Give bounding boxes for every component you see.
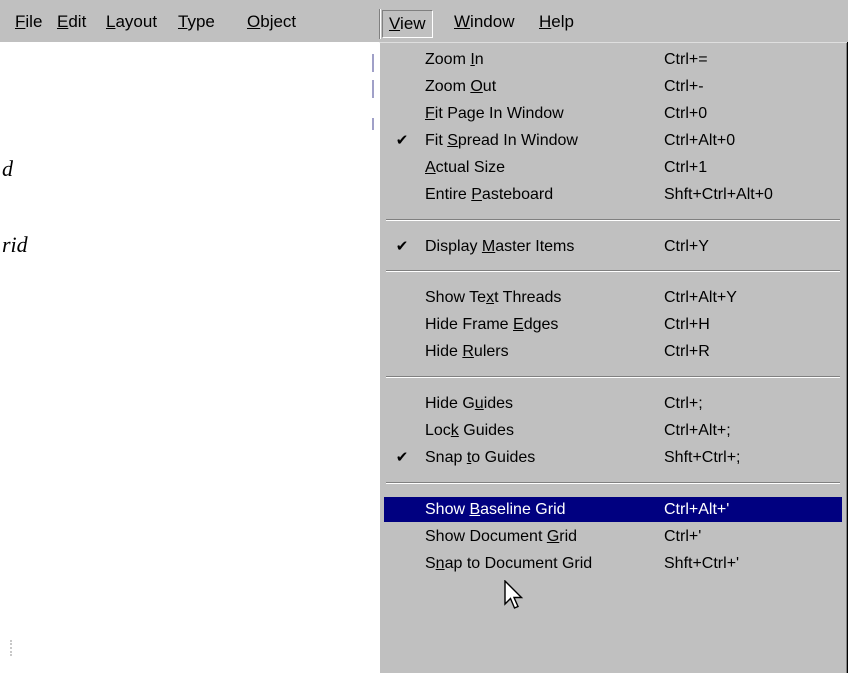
menu-separator [386, 219, 840, 221]
menu-item-show-baseline-grid[interactable]: Show Baseline Grid Ctrl+Alt+' [384, 497, 842, 522]
menu-item-hide-frame-edges[interactable]: Hide Frame Edges Ctrl+H [384, 312, 842, 337]
menu-item-show-text-threads[interactable]: Show Text Threads Ctrl+Alt+Y [384, 285, 842, 310]
menu-item-actual-size[interactable]: Actual Size Ctrl+1 [384, 155, 842, 180]
menu-edit[interactable]: Edit [55, 11, 88, 33]
menu-type[interactable]: Type [176, 11, 217, 33]
shortcut-label: Ctrl+Alt+0 [664, 132, 736, 149]
document-guide-mark [372, 118, 374, 130]
menu-window[interactable]: Window [452, 11, 516, 33]
shortcut-label: Ctrl+R [664, 343, 710, 360]
menu-file[interactable]: File [13, 11, 44, 33]
shortcut-label: Ctrl+Alt+' [664, 501, 730, 518]
menu-item-display-master-items[interactable]: ✔ Display Master Items Ctrl+Y [384, 234, 842, 259]
menu-separator [386, 376, 840, 378]
menu-item-fit-page[interactable]: Fit Page In Window Ctrl+0 [384, 101, 842, 126]
checkmark-icon: ✔ [395, 238, 409, 255]
shortcut-label: Shft+Ctrl+' [664, 555, 740, 572]
shortcut-label: Ctrl+Alt+Y [664, 289, 737, 306]
checkmark-icon: ✔ [395, 449, 409, 466]
shortcut-label: Ctrl+1 [664, 159, 708, 176]
mouse-pointer-icon [504, 580, 524, 609]
shortcut-label: Ctrl+= [664, 51, 708, 68]
menu-item-hide-rulers[interactable]: Hide Rulers Ctrl+R [384, 339, 842, 364]
menu-layout[interactable]: Layout [104, 11, 159, 33]
menu-item-show-document-grid[interactable]: Show Document Grid Ctrl+' [384, 524, 842, 549]
menu-item-zoom-out[interactable]: Zoom Out Ctrl+- [384, 74, 842, 99]
menu-object[interactable]: Object [245, 11, 298, 33]
document-guide-mark [372, 80, 374, 98]
menu-item-fit-spread[interactable]: ✔ Fit Spread In Window Ctrl+Alt+0 [384, 128, 842, 153]
menu-item-zoom-in[interactable]: Zoom In Ctrl+= [384, 47, 842, 72]
shortcut-label: Ctrl+Alt+; [664, 422, 731, 439]
document-guide-mark [372, 54, 374, 72]
shortcut-label: Shft+Ctrl+; [664, 449, 741, 466]
menu-item-hide-guides[interactable]: Hide Guides Ctrl+; [384, 391, 842, 416]
menu-item-entire-pasteboard[interactable]: Entire Pasteboard Shft+Ctrl+Alt+0 [384, 182, 842, 207]
menu-bar: File Edit Layout Type Object View Window… [0, 0, 848, 42]
checkmark-icon: ✔ [395, 132, 409, 149]
menu-help[interactable]: Help [537, 11, 576, 33]
shortcut-label: Ctrl+' [664, 528, 702, 545]
document-text-fragment: rid [2, 232, 28, 257]
menu-view[interactable]: View [382, 10, 433, 38]
menu-item-lock-guides[interactable]: Lock Guides Ctrl+Alt+; [384, 418, 842, 443]
shortcut-label: Ctrl+Y [664, 238, 709, 255]
menu-item-snap-to-document-grid[interactable]: Snap to Document Grid Shft+Ctrl+' [384, 551, 842, 576]
shortcut-label: Ctrl+H [664, 316, 710, 333]
view-menu-dropdown: Zoom In Ctrl+= Zoom Out Ctrl+- Fit Page … [379, 42, 847, 673]
shortcut-label: Shft+Ctrl+Alt+0 [664, 186, 773, 203]
shortcut-label: Ctrl+- [664, 78, 704, 95]
document-text-fragment: d [2, 156, 13, 181]
menu-item-snap-to-guides[interactable]: ✔ Snap to Guides Shft+Ctrl+; [384, 445, 842, 470]
document-dotted-edge [10, 640, 14, 656]
menu-separator [386, 270, 840, 272]
shortcut-label: Ctrl+; [664, 395, 703, 412]
menubar-separator [379, 9, 381, 39]
menu-separator [386, 482, 840, 484]
shortcut-label: Ctrl+0 [664, 105, 708, 122]
